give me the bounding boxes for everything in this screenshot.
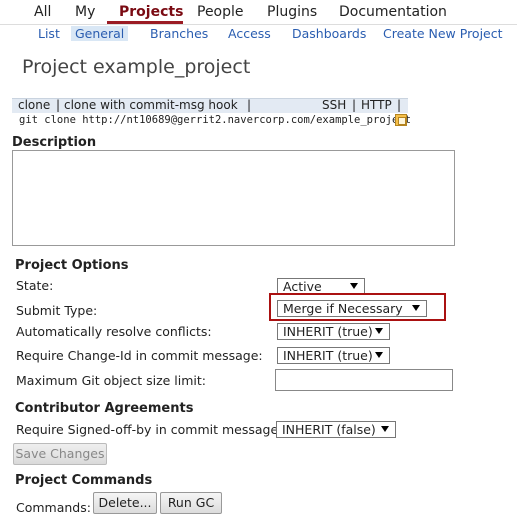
- submenu-general[interactable]: General: [71, 26, 129, 41]
- change-id-select[interactable]: INHERIT (true): [277, 347, 390, 364]
- max-size-label: Maximum Git object size limit:: [16, 373, 207, 388]
- change-id-value: INHERIT (true): [283, 348, 373, 363]
- menu-my[interactable]: My: [75, 4, 95, 20]
- clone-separator: |: [397, 98, 402, 112]
- menu-people[interactable]: People: [197, 4, 244, 20]
- run-gc-button[interactable]: Run GC: [160, 492, 222, 514]
- chevron-down-icon: [350, 283, 358, 289]
- signed-off-select[interactable]: INHERIT (false): [276, 421, 396, 438]
- submenu-branches[interactable]: Branches: [150, 26, 208, 41]
- change-id-label: Require Change-Id in commit message:: [16, 348, 263, 363]
- submit-type-value: Merge if Necessary: [283, 301, 403, 316]
- menu-divider: [0, 24, 517, 25]
- copy-icon[interactable]: [395, 114, 407, 126]
- clone-with-hook-tab[interactable]: clone with commit-msg hook: [64, 98, 238, 112]
- clone-command: git clone http://nt10689@gerrit2.naverco…: [19, 114, 411, 126]
- menu-plugins[interactable]: Plugins: [267, 4, 317, 20]
- project-options-heading: Project Options: [15, 258, 129, 273]
- chevron-down-icon: [412, 305, 420, 311]
- menu-documentation[interactable]: Documentation: [339, 4, 447, 20]
- clone-separator: |: [352, 98, 357, 112]
- project-commands-heading: Project Commands: [15, 473, 153, 488]
- ssh-tab[interactable]: SSH: [322, 98, 346, 112]
- top-menu: All My Projects People Plugins Documenta…: [0, 0, 517, 26]
- menu-all[interactable]: All: [34, 4, 51, 20]
- submenu-list[interactable]: List: [38, 26, 60, 41]
- max-size-input[interactable]: [275, 369, 453, 391]
- save-changes-button[interactable]: Save Changes: [13, 443, 107, 465]
- chevron-down-icon: [375, 352, 383, 358]
- auto-resolve-select[interactable]: INHERIT (true): [277, 323, 390, 340]
- description-textarea[interactable]: [12, 150, 455, 246]
- auto-resolve-value: INHERIT (true): [283, 324, 373, 339]
- auto-resolve-label: Automatically resolve conflicts:: [16, 324, 212, 339]
- submenu-dashboards[interactable]: Dashboards: [292, 26, 366, 41]
- state-label: State:: [16, 278, 54, 293]
- chevron-down-icon: [381, 426, 389, 432]
- menu-projects[interactable]: Projects: [119, 4, 183, 20]
- commands-label: Commands:: [16, 500, 91, 515]
- signed-off-value: INHERIT (false): [282, 422, 376, 437]
- submit-type-select[interactable]: Merge if Necessary: [277, 300, 427, 317]
- clone-tab[interactable]: clone: [18, 98, 50, 112]
- delete-button[interactable]: Delete...: [93, 492, 157, 514]
- chevron-down-icon: [375, 328, 383, 334]
- submenu-create-new-project[interactable]: Create New Project: [383, 26, 503, 41]
- signed-off-label: Require Signed-off-by in commit message:: [16, 422, 283, 437]
- page-title: Project example_project: [22, 56, 251, 78]
- clone-separator: |: [56, 98, 61, 112]
- submenu-access[interactable]: Access: [228, 26, 271, 41]
- submit-type-label: Submit Type:: [16, 303, 98, 318]
- state-value: Active: [283, 279, 322, 294]
- clone-separator: |: [247, 98, 252, 112]
- description-label: Description: [12, 135, 97, 150]
- contributor-agreements-heading: Contributor Agreements: [15, 401, 194, 416]
- http-tab[interactable]: HTTP: [361, 98, 392, 112]
